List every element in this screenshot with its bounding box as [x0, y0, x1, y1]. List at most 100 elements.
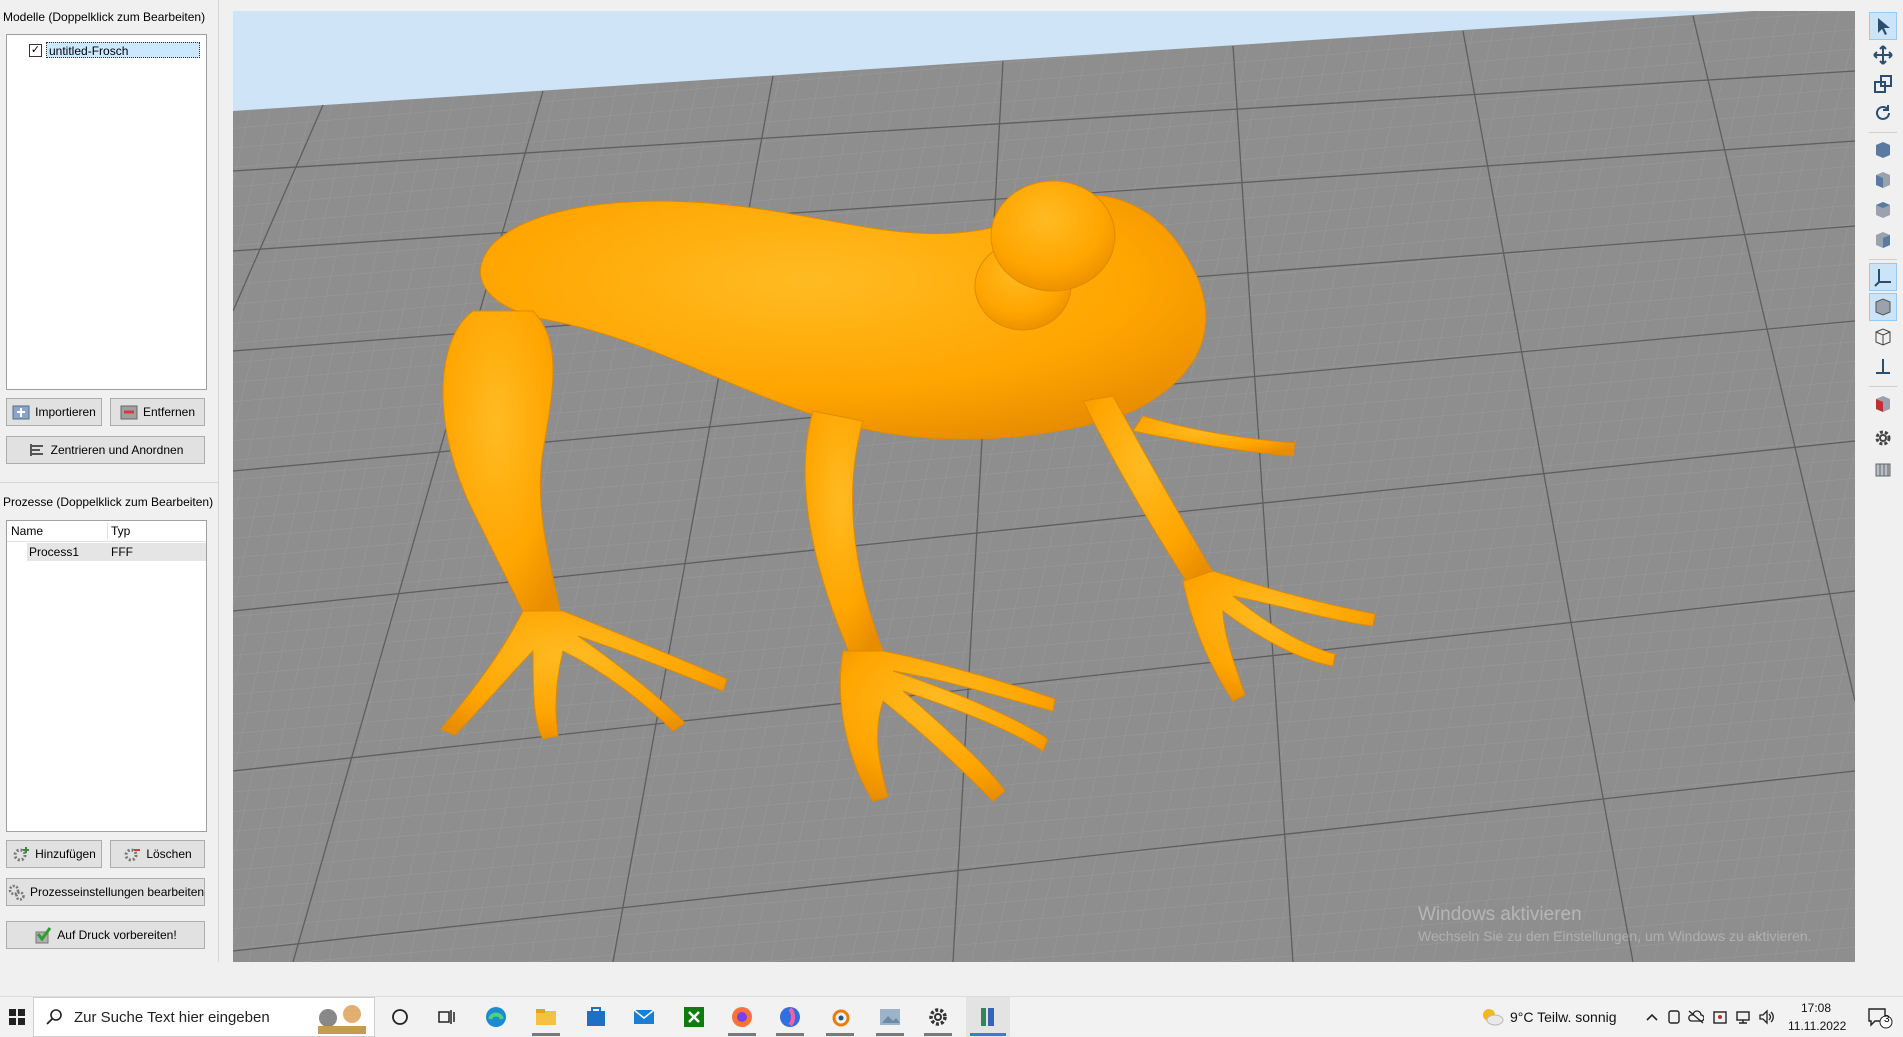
process-section-title: Prozesse (Doppelklick zum Bearbeiten) [3, 495, 214, 509]
scale-icon [1874, 75, 1892, 93]
weather-text: 9°C Teilw. sonnig [1510, 1009, 1617, 1025]
cloud-off-icon [1688, 1010, 1704, 1024]
toolbar-separator [1869, 259, 1897, 260]
panel-divider [218, 0, 219, 962]
cortana-button[interactable] [378, 997, 422, 1037]
windows-logo-icon [8, 1009, 25, 1025]
wireframe-view-button[interactable] [1869, 323, 1897, 351]
section-divider [0, 482, 218, 483]
column-header-type[interactable]: Typ [111, 524, 130, 538]
weather-widget[interactable]: 9°C Teilw. sonnig [1480, 997, 1630, 1037]
blender-button[interactable] [818, 997, 862, 1037]
task-view-icon [438, 1010, 455, 1024]
delete-process-button[interactable]: Löschen [110, 840, 205, 868]
task-view-button[interactable] [424, 997, 468, 1037]
view-side-icon [1876, 172, 1890, 188]
select-tool-button[interactable] [1869, 12, 1897, 40]
axes-toggle-button[interactable] [1869, 263, 1897, 291]
settings-icon [1875, 430, 1891, 446]
tray-cloud-button[interactable] [1686, 997, 1706, 1037]
photos-button[interactable] [868, 997, 912, 1037]
add-process-button[interactable]: Hinzufügen [6, 840, 102, 868]
taskbar: Zur Suche Text hier eingeben 9°C Teilw. … [0, 996, 1903, 1037]
gear-add-icon [12, 845, 30, 863]
cortana-icon [392, 1009, 408, 1025]
rotate-icon [1876, 105, 1890, 120]
store-icon [587, 1007, 605, 1026]
axes-icon [1874, 269, 1891, 287]
view-top-icon [1876, 202, 1890, 218]
photos-icon [880, 1009, 900, 1025]
remove-icon [120, 403, 138, 421]
model-name[interactable]: untitled-Frosch [46, 42, 200, 58]
scale-tool-button[interactable] [1869, 70, 1897, 98]
gears-icon [7, 883, 25, 901]
taskbar-clock[interactable]: 17:08 11.11.2022 [1788, 999, 1847, 1035]
xbox-button[interactable] [672, 997, 716, 1037]
device-icon [1668, 1010, 1680, 1024]
model-item[interactable]: ✓ untitled-Frosch [29, 41, 200, 59]
search-highlight-cats-icon [318, 1005, 366, 1034]
view-front-button[interactable] [1869, 136, 1897, 164]
process-settings-label: Prozesseinstellungen bearbeiten [29, 885, 205, 899]
model-visibility-checkbox[interactable]: ✓ [29, 43, 42, 57]
volume-icon [1759, 1009, 1774, 1025]
prepare-print-button[interactable]: Auf Druck vorbereiten! [6, 921, 205, 949]
taskbar-search[interactable]: Zur Suche Text hier eingeben [33, 997, 375, 1037]
select-icon [1878, 18, 1890, 35]
column-header-name[interactable]: Name [11, 524, 43, 538]
firefox-dev-button[interactable] [768, 997, 812, 1037]
edge-button[interactable] [474, 997, 518, 1037]
tray-volume-button[interactable] [1756, 997, 1778, 1037]
process-settings-button[interactable]: Prozesseinstellungen bearbeiten [6, 878, 205, 906]
view-top-button[interactable] [1869, 196, 1897, 224]
center-arrange-button[interactable]: Zentrieren und Anordnen [6, 436, 205, 464]
remove-label: Entfernen [142, 405, 196, 419]
notification-center-button[interactable]: 3 [1860, 997, 1900, 1037]
tray-expand-button[interactable] [1640, 997, 1664, 1037]
solid-view-button[interactable] [1869, 293, 1897, 321]
search-placeholder: Zur Suche Text hier eingeben [74, 1008, 270, 1026]
process-table-header: Name Typ [7, 521, 206, 542]
slicer-app-button[interactable] [966, 997, 1010, 1037]
clock-date: 11.11.2022 [1788, 1019, 1847, 1033]
firefox-button[interactable] [720, 997, 764, 1037]
models-list[interactable]: ✓ untitled-Frosch [6, 34, 207, 390]
store-button[interactable] [574, 997, 618, 1037]
explorer-button[interactable] [524, 997, 568, 1037]
wireframe-icon [1875, 328, 1891, 346]
network-icon [1736, 1011, 1750, 1024]
toolbar-separator [1869, 132, 1897, 133]
tray-device-button[interactable] [1664, 997, 1684, 1037]
move-tool-button[interactable] [1869, 41, 1897, 69]
partly-sunny-icon [1483, 1009, 1504, 1026]
settings-app-button[interactable] [916, 997, 960, 1037]
view-side-button[interactable] [1869, 166, 1897, 194]
view-iso-button[interactable] [1869, 226, 1897, 254]
start-button[interactable] [0, 997, 33, 1037]
section-view-button[interactable] [1869, 390, 1897, 418]
rotate-tool-button[interactable] [1869, 99, 1897, 127]
view-toolbar [1865, 8, 1903, 963]
bed-axis-button[interactable] [1869, 353, 1897, 381]
chevron-up-icon [1646, 1013, 1658, 1021]
remove-button[interactable]: Entfernen [110, 398, 205, 426]
activation-watermark-title: Windows aktivieren [1418, 904, 1582, 925]
tray-security-button[interactable] [1710, 997, 1730, 1037]
tray-network-button[interactable] [1733, 997, 1753, 1037]
clock-time: 17:08 [1800, 1001, 1832, 1015]
checkmark-icon [34, 926, 52, 944]
explorer-icon [536, 1009, 556, 1025]
3d-viewport[interactable]: Windows aktivieren Wechseln Sie zu den E… [233, 11, 1855, 962]
process-table[interactable]: Name Typ Process1 FFF [6, 520, 207, 832]
view-iso-icon [1876, 232, 1890, 248]
settings-button[interactable] [1869, 424, 1897, 452]
table-row[interactable]: Process1 FFF [27, 543, 206, 561]
move-icon [1873, 45, 1893, 65]
layers-button[interactable] [1869, 454, 1897, 482]
notification-count: 3 [1884, 1014, 1890, 1025]
scene-svg [233, 11, 1855, 962]
slicer-app-icon [981, 1008, 994, 1026]
mail-button[interactable] [622, 997, 666, 1037]
import-button[interactable]: Importieren [6, 398, 102, 426]
